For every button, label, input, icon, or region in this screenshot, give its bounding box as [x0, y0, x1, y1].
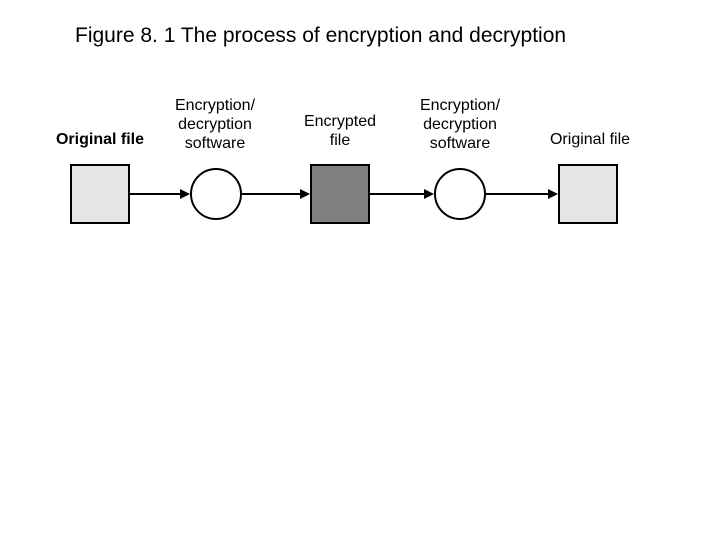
original-file-right-icon — [558, 164, 618, 224]
encdec-software-left-icon — [190, 168, 242, 220]
arrow-1-line — [130, 193, 182, 195]
label-encdec-right: Encryption/decryptionsoftware — [405, 96, 515, 154]
figure-title: Figure 8. 1 The process of encryption an… — [75, 24, 566, 48]
encryption-diagram: Original file Encryption/decryptionsoftw… — [60, 90, 670, 250]
original-file-left-icon — [70, 164, 130, 224]
encdec-software-right-icon — [434, 168, 486, 220]
label-encdec-left: Encryption/decryptionsoftware — [160, 96, 270, 154]
arrow-1-head-icon — [180, 189, 190, 199]
arrow-4-head-icon — [548, 189, 558, 199]
arrow-3-line — [370, 193, 426, 195]
label-original-left: Original file — [50, 130, 150, 149]
arrow-2-line — [242, 193, 302, 195]
label-original-right: Original file — [540, 130, 640, 149]
encrypted-file-icon — [310, 164, 370, 224]
arrow-2-head-icon — [300, 189, 310, 199]
arrow-3-head-icon — [424, 189, 434, 199]
arrow-4-line — [486, 193, 550, 195]
label-encrypted: Encryptedfile — [290, 112, 390, 150]
